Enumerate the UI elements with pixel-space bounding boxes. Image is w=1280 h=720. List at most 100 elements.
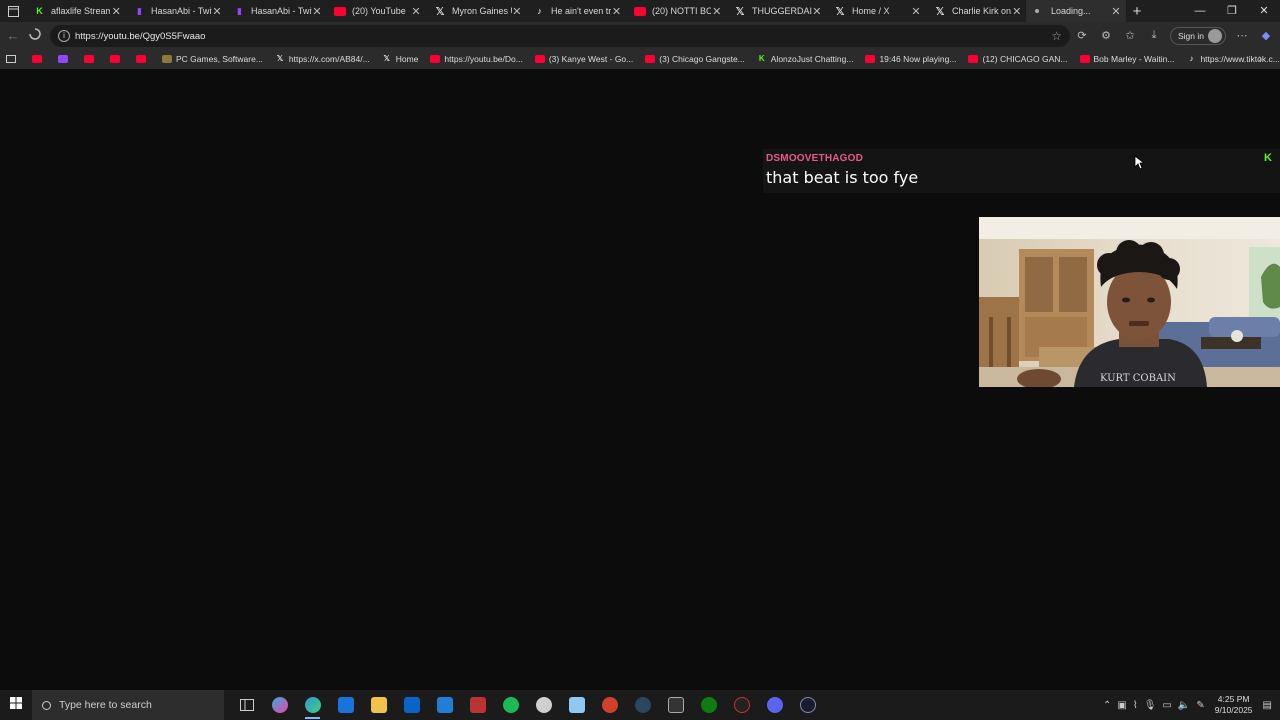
downloads-icon[interactable]: ⤓ bbox=[1146, 29, 1162, 42]
close-icon[interactable]: ✕ bbox=[1011, 5, 1022, 18]
bookmark-item[interactable] bbox=[84, 55, 98, 63]
volume-icon[interactable]: 🔈 bbox=[1178, 700, 1190, 711]
tab-youtube[interactable]: (20) YouTube ✕ bbox=[326, 0, 426, 22]
tab-title: Myron Gaines Up bbox=[452, 6, 512, 16]
bookmarks-menu-icon[interactable] bbox=[6, 55, 16, 63]
tab-tiktok[interactable]: ♪ He ain't even try ✕ bbox=[526, 0, 626, 22]
x-icon: 𝕏 bbox=[835, 5, 845, 18]
tab-title: aflaxlife Stream bbox=[51, 6, 111, 16]
network-icon[interactable]: ⌇ bbox=[1133, 700, 1138, 711]
clock[interactable]: 4:25 PM 9/10/2025 bbox=[1215, 694, 1253, 716]
stop-loading-button[interactable] bbox=[24, 28, 46, 43]
bookmark-item[interactable] bbox=[32, 55, 46, 63]
bookmark-item[interactable]: K AlonzoJust Chatting... bbox=[757, 54, 854, 64]
microphone-icon[interactable]: 🎙 bbox=[1144, 700, 1157, 711]
loading-icon bbox=[1034, 6, 1045, 17]
bookmark-item[interactable]: https://youtu.be/Do... bbox=[430, 54, 523, 64]
battery-icon[interactable]: ▭ bbox=[1162, 700, 1171, 711]
bookmark-item[interactable]: (12) CHICAGO GAN... bbox=[968, 54, 1068, 64]
address-bar[interactable]: i https://youtu.be/Qgy0S5Fwaao ☆ bbox=[50, 25, 1070, 47]
tab-thuggerdaily[interactable]: 𝕏 THUGGERDAILY✕ bbox=[726, 0, 826, 22]
tab-notti-bop[interactable]: (20) NOTTI BOP✕ bbox=[626, 0, 726, 22]
app-icon[interactable] bbox=[593, 690, 626, 720]
close-icon[interactable]: ✕ bbox=[910, 5, 922, 18]
tab-hasanabi-1[interactable]: ▮ HasanAbi - Twitch✕ bbox=[126, 0, 226, 22]
notifications-icon[interactable]: ▤ bbox=[1263, 700, 1272, 711]
close-icon[interactable]: ✕ bbox=[1110, 5, 1122, 18]
app-icon[interactable] bbox=[527, 690, 560, 720]
calculator-icon[interactable] bbox=[428, 690, 461, 720]
close-icon[interactable]: ✕ bbox=[611, 5, 622, 18]
new-tab-button[interactable]: + bbox=[1126, 3, 1148, 20]
task-view-icon[interactable] bbox=[230, 690, 263, 720]
outlook-icon[interactable] bbox=[395, 690, 428, 720]
copilot-icon[interactable] bbox=[263, 690, 296, 720]
discord-icon[interactable] bbox=[758, 690, 791, 720]
tab-charlie-kirk[interactable]: 𝕏 Charlie Kirk on X✕ bbox=[926, 0, 1026, 22]
bookmark-item[interactable] bbox=[58, 55, 72, 63]
tab-title: Home / X bbox=[852, 6, 890, 16]
chevron-right-icon[interactable]: › bbox=[1258, 49, 1262, 69]
close-icon[interactable]: ✕ bbox=[312, 5, 322, 18]
copilot-icon[interactable]: ◆ bbox=[1258, 29, 1274, 42]
app-icon[interactable] bbox=[725, 690, 758, 720]
bookmark-item[interactable]: Bob Marley - Waitin... bbox=[1079, 54, 1174, 64]
epic-games-icon[interactable] bbox=[659, 690, 692, 720]
app-icon[interactable] bbox=[791, 690, 824, 720]
bookmark-item[interactable]: 𝕏https://x.com/AB84/... bbox=[275, 54, 370, 64]
taskbar-search[interactable]: Type here to search bbox=[32, 690, 224, 720]
site-info-icon[interactable]: i bbox=[58, 30, 70, 42]
bookmark-item[interactable]: 𝕏 Home bbox=[382, 54, 418, 64]
store-icon[interactable] bbox=[329, 690, 362, 720]
tab-loading[interactable]: Loading... ✕ bbox=[1026, 0, 1126, 22]
tab-hasanabi-2[interactable]: ▮ HasanAbi - Twitch✕ bbox=[226, 0, 326, 22]
file-explorer-icon[interactable] bbox=[362, 690, 395, 720]
favorite-star-icon[interactable]: ☆ bbox=[1051, 29, 1062, 43]
kick-icon: K bbox=[758, 54, 765, 63]
pc-games-icon bbox=[162, 55, 172, 63]
steam-icon[interactable] bbox=[626, 690, 659, 720]
bookmark-item[interactable]: (3) Kanye West - Go... bbox=[534, 54, 633, 64]
tab-actions-icon[interactable] bbox=[0, 0, 26, 22]
favorites-icon[interactable]: ✩ bbox=[1122, 29, 1138, 42]
close-icon[interactable]: ✕ bbox=[410, 5, 422, 18]
edge-icon[interactable] bbox=[296, 690, 329, 720]
close-icon[interactable]: ✕ bbox=[212, 5, 222, 18]
bookmark-label: 19:46 Now playing... bbox=[879, 54, 957, 64]
bookmark-item[interactable]: 19:46 Now playing... bbox=[865, 54, 956, 64]
more-icon[interactable]: ⋯ bbox=[1234, 29, 1250, 42]
bookmark-item[interactable]: PC Games, Software... bbox=[162, 54, 263, 64]
minimize-button[interactable]: — bbox=[1184, 0, 1216, 22]
bookmark-item[interactable]: (3) Chicago Gangste... bbox=[645, 54, 745, 64]
mouse-cursor-icon bbox=[1134, 155, 1144, 170]
tab-title: (20) YouTube bbox=[352, 6, 406, 16]
tab-aflaxlife[interactable]: Kaflaxlife Stream ✕ bbox=[26, 0, 126, 22]
restore-button[interactable]: ❐ bbox=[1216, 0, 1248, 22]
bookmark-item[interactable] bbox=[110, 55, 124, 63]
close-icon[interactable]: ✕ bbox=[812, 5, 822, 18]
refresh-icon[interactable]: ⟳ bbox=[1074, 29, 1090, 42]
twitch-icon: ▮ bbox=[137, 5, 142, 16]
close-icon[interactable]: ✕ bbox=[512, 5, 522, 18]
youtube-icon bbox=[84, 55, 94, 63]
spotify-icon[interactable] bbox=[494, 690, 527, 720]
start-button[interactable] bbox=[0, 696, 32, 714]
bookmark-item[interactable]: ♪ https://www.tiktok.c... bbox=[1186, 54, 1279, 64]
sign-in-button[interactable]: Sign in bbox=[1170, 26, 1226, 45]
notepad-icon[interactable] bbox=[560, 690, 593, 720]
xbox-icon[interactable] bbox=[692, 690, 725, 720]
close-icon[interactable]: ✕ bbox=[110, 5, 122, 18]
tab-home-x[interactable]: 𝕏 Home / X ✕ bbox=[826, 0, 926, 22]
youtube-icon bbox=[634, 6, 646, 16]
chevron-up-icon[interactable]: ⌃ bbox=[1103, 700, 1111, 711]
bookmark-item[interactable] bbox=[136, 55, 150, 63]
tab-strip: Kaflaxlife Stream✕ ▮HasanAbi - Twitch✕ ▮… bbox=[0, 0, 1280, 22]
close-window-button[interactable]: ✕ bbox=[1248, 0, 1280, 22]
extensions-icon[interactable]: ⚙ bbox=[1098, 29, 1114, 42]
app-icon[interactable] bbox=[461, 690, 494, 720]
close-icon[interactable]: ✕ bbox=[711, 5, 722, 18]
pen-icon[interactable]: ✎ bbox=[1196, 700, 1204, 711]
app-tray-icon[interactable]: ▣ bbox=[1117, 700, 1126, 711]
back-button[interactable]: ← bbox=[2, 28, 24, 43]
tab-myron-gaines[interactable]: 𝕏 Myron Gaines Up✕ bbox=[426, 0, 526, 22]
